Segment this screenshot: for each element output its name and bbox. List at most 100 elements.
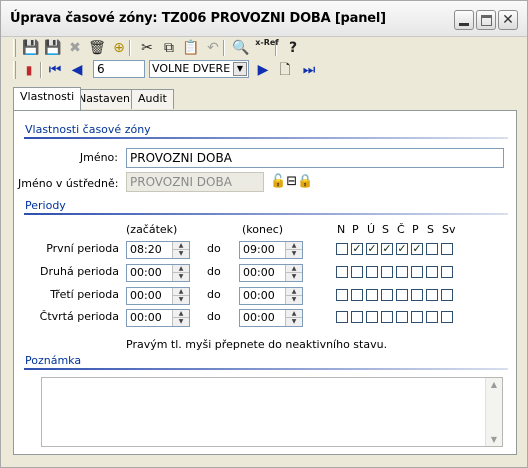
weekday-checkbox[interactable] [351,311,363,323]
spinner-buttons[interactable]: ▲ ▼ [172,310,189,326]
copy-icon[interactable]: ⧉ [159,38,179,58]
spinner-buttons[interactable]: ▲ ▼ [172,242,189,258]
spin-down-icon[interactable]: ▼ [286,250,302,258]
spin-up-icon[interactable]: ▲ [173,310,189,318]
paste-icon[interactable]: 📋 [181,38,201,58]
tab-audit[interactable]: Audit [131,89,174,109]
weekday-checkbox[interactable]: ✓ [381,243,393,255]
spin-down-icon[interactable]: ▼ [173,273,189,281]
weekday-checkbox[interactable] [366,311,378,323]
spin-down-icon[interactable]: ▼ [173,318,189,326]
weekday-checkbox[interactable] [336,243,348,255]
weekday-checkbox[interactable] [441,243,453,255]
start-time-input[interactable]: 00:00 ▲ ▼ [126,309,190,327]
tab-nastaveni[interactable]: Nastavení [71,89,141,109]
weekday-checkbox[interactable] [381,289,393,301]
spinner-buttons[interactable]: ▲ ▼ [172,265,189,281]
spin-down-icon[interactable]: ▼ [286,296,302,304]
spin-up-icon[interactable]: ▲ [286,288,302,296]
weekday-checkbox[interactable] [426,311,438,323]
weekday-checkbox[interactable] [426,243,438,255]
spin-up-icon[interactable]: ▲ [173,242,189,250]
spin-up-icon[interactable]: ▲ [286,242,302,250]
undo-icon[interactable]: ↶ [203,38,223,58]
spinner-buttons[interactable]: ▲ ▼ [285,265,302,281]
end-time-input[interactable]: 09:00 ▲ ▼ [239,241,303,259]
delete-icon[interactable]: ✖ [65,38,85,58]
connector-icon[interactable]: ⊟ [286,174,297,189]
toolbar-grip[interactable] [13,61,16,79]
chevron-down-icon[interactable]: ▼ [233,62,247,76]
up-icon[interactable]: ⊕ [109,38,129,58]
lock-icon[interactable]: 🔒 [297,174,313,189]
weekday-checkbox[interactable] [366,266,378,278]
new-record-button[interactable]: 🗋 [275,60,295,80]
first-record-button[interactable]: ⏮ [45,60,65,80]
spin-up-icon[interactable]: ▲ [286,265,302,273]
close-button[interactable]: ✕ [498,10,518,30]
last-record-button[interactable]: ⏭ [299,60,319,80]
weekday-checkbox[interactable] [426,266,438,278]
spin-down-icon[interactable]: ▼ [173,296,189,304]
weekday-checkbox[interactable] [351,289,363,301]
next-record-button[interactable]: ▶ [253,60,273,80]
spinner-buttons[interactable]: ▲ ▼ [285,310,302,326]
spin-down-icon[interactable]: ▼ [286,318,302,326]
spin-up-icon[interactable]: ▲ [286,310,302,318]
weekday-checkbox[interactable] [396,311,408,323]
trash-icon[interactable]: 🗑 [87,38,107,58]
scroll-down-icon[interactable]: ▼ [486,435,502,444]
record-number-input[interactable]: 6 [93,60,145,78]
weekday-checkbox[interactable] [426,289,438,301]
spin-down-icon[interactable]: ▼ [173,250,189,258]
weekday-checkbox[interactable] [396,289,408,301]
weekday-checkbox[interactable] [336,289,348,301]
weekday-checkbox[interactable] [411,266,423,278]
scroll-up-icon[interactable]: ▲ [486,380,502,389]
weekday-checkbox[interactable]: ✓ [366,243,378,255]
weekday-checkbox[interactable] [396,266,408,278]
save-close-icon[interactable]: 💾 [43,38,63,58]
spinner-buttons[interactable]: ▲ ▼ [285,242,302,258]
record-select[interactable]: VOLNE DVERE ▼ [149,60,249,78]
end-time-input[interactable]: 00:00 ▲ ▼ [239,264,303,282]
spinner-buttons[interactable]: ▲ ▼ [285,288,302,304]
end-time-input[interactable]: 00:00 ▲ ▼ [239,287,303,305]
name-field[interactable]: PROVOZNI DOBA [126,148,504,168]
save-icon[interactable]: 💾 [21,38,41,58]
maximize-button[interactable] [476,10,496,30]
weekday-checkbox[interactable] [366,289,378,301]
ref-icon[interactable]: x-Ref [255,38,279,58]
cut-icon[interactable]: ✂ [137,38,157,58]
weekday-checkbox[interactable] [411,311,423,323]
note-textarea[interactable]: ▲ ▼ [41,377,503,447]
weekday-checkbox[interactable] [336,311,348,323]
start-time-input[interactable]: 00:00 ▲ ▼ [126,264,190,282]
weekday-checkbox[interactable] [381,266,393,278]
binoculars-icon[interactable]: 🔍 [231,38,251,58]
weekday-checkbox[interactable] [351,266,363,278]
weekday-checkbox[interactable] [441,311,453,323]
weekday-checkbox[interactable]: ✓ [411,243,423,255]
tab-vlastnosti[interactable]: Vlastnosti [13,87,82,110]
weekday-checkbox[interactable] [411,289,423,301]
spin-down-icon[interactable]: ▼ [286,273,302,281]
spin-up-icon[interactable]: ▲ [173,288,189,296]
weekday-checkbox[interactable] [441,266,453,278]
minimize-button[interactable] [454,10,474,30]
weekday-checkbox[interactable] [336,266,348,278]
start-time-input[interactable]: 08:20 ▲ ▼ [126,241,190,259]
note-scrollbar[interactable]: ▲ ▼ [485,378,502,446]
toolbar-grip[interactable] [13,39,16,57]
previous-record-button[interactable]: ◀ [67,60,87,80]
weekday-checkbox[interactable]: ✓ [351,243,363,255]
weekday-checkbox[interactable] [381,311,393,323]
help-icon[interactable]: ? [283,38,303,58]
spinner-buttons[interactable]: ▲ ▼ [172,288,189,304]
weekday-checkbox[interactable]: ✓ [396,243,408,255]
unlocked-icon[interactable]: 🔓 [270,174,286,189]
start-time-input[interactable]: 00:00 ▲ ▼ [126,287,190,305]
weekday-checkbox[interactable] [441,289,453,301]
spin-up-icon[interactable]: ▲ [173,265,189,273]
end-time-input[interactable]: 00:00 ▲ ▼ [239,309,303,327]
